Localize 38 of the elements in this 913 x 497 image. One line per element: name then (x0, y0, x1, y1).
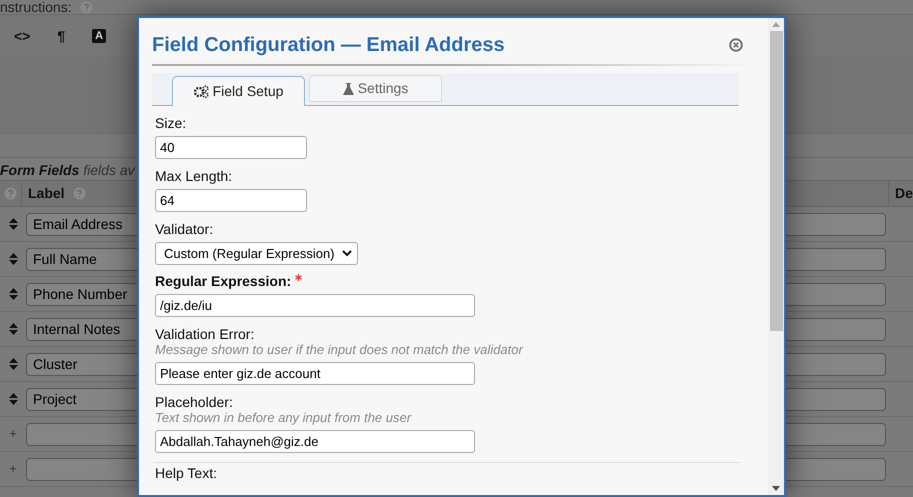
sort-icon[interactable] (8, 393, 18, 405)
sort-icon[interactable] (8, 358, 18, 370)
toolbar-button[interactable]: A (92, 29, 106, 43)
required-asterisk-icon (295, 274, 302, 281)
sort-icon[interactable] (8, 288, 18, 300)
section-title: Form Fields fields av (0, 162, 135, 178)
field-label: Max Length: (155, 168, 232, 184)
field-label: Help Text: (155, 465, 217, 481)
scroll-down-icon[interactable] (772, 486, 780, 491)
toolbar-button[interactable]: <> (14, 26, 30, 46)
field-label: Regular Expression: (155, 273, 292, 289)
sort-icon[interactable] (8, 323, 18, 335)
field-label: Validator: (155, 221, 214, 237)
field-label: Placeholder: (155, 394, 233, 410)
scrollbar-thumb[interactable] (770, 31, 782, 331)
tab[interactable]: Field Setup (172, 76, 305, 106)
validator-dropdown[interactable]: Custom (Regular Expression) (155, 242, 358, 265)
close-icon[interactable] (729, 38, 743, 52)
field-hint: Text shown in before any input from the user (155, 410, 412, 425)
flask-icon (342, 82, 354, 94)
tab[interactable]: Settings (309, 75, 442, 102)
field-hint: Message shown to user if the input does not match the validator (155, 342, 524, 357)
toolbar-button[interactable]: ¶ (57, 26, 66, 46)
text-field[interactable]: Please enter giz.de account (155, 362, 475, 385)
text-field[interactable]: 40 (155, 136, 307, 159)
instructions-label: nstructions: (0, 0, 72, 14)
field-label: Size: (155, 115, 186, 131)
text-field[interactable]: Abdallah.Tahayneh@giz.de (155, 430, 475, 453)
dialog-title: Field Configuration — Email Address (152, 33, 505, 58)
sort-icon[interactable] (8, 218, 18, 230)
column-header: Label (28, 184, 65, 203)
scrollbar[interactable] (768, 18, 784, 495)
text-field[interactable]: /giz.de/iu (155, 294, 475, 317)
sort-icon[interactable] (8, 253, 18, 265)
chevron-down-icon (342, 250, 352, 257)
field-label: Validation Error: (155, 326, 254, 342)
text-field[interactable]: 64 (155, 189, 307, 212)
column-header: De (894, 184, 913, 203)
